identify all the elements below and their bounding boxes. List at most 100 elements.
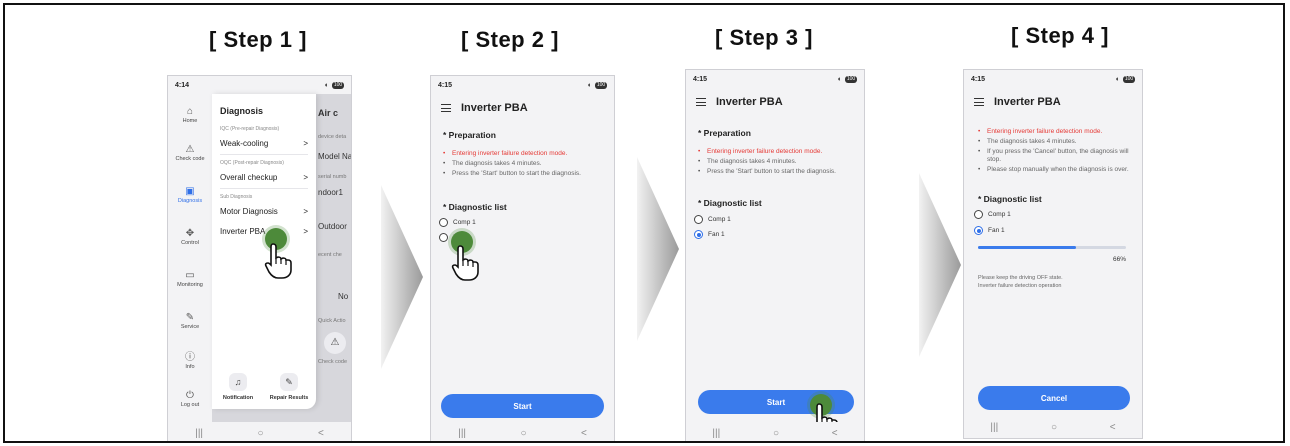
back-button[interactable]: <	[581, 428, 587, 439]
sidebar-item-check-code[interactable]: ⚠ Check code	[168, 144, 212, 162]
status-bar: 4:15 ◐ 100	[964, 70, 1142, 88]
preparation-list: Entering inverter failure detection mode…	[443, 150, 608, 180]
progress-percent: 66%	[1112, 256, 1126, 263]
sidebar-item-service[interactable]: ✎ Service	[168, 312, 212, 330]
menu-item-motor-diagnosis[interactable]: Motor Diagnosis >	[220, 207, 308, 216]
sidebar-item-home[interactable]: ⌂ Home	[168, 106, 212, 124]
behind-text: ndoor1	[318, 188, 343, 197]
radio-comp-1[interactable]: Comp 1	[974, 210, 1011, 219]
step-4-title: [ Step 4 ]	[1011, 23, 1109, 48]
behind-text: ecent che	[318, 252, 342, 258]
recent-apps-button[interactable]: |||	[990, 422, 998, 433]
phone-screen-step-2: 4:15 ◐100 Inverter PBA * Preparation Ent…	[430, 75, 615, 441]
status-note: Please keep the driving OFF state.	[978, 275, 1063, 281]
info-icon: ⓘ	[185, 352, 195, 363]
menu-icon[interactable]	[441, 104, 451, 112]
menu-icon[interactable]	[696, 98, 706, 106]
progress-notes-list: Entering inverter failure detection mode…	[978, 128, 1138, 176]
list-item: The diagnosis takes 4 minutes.	[698, 158, 858, 166]
behind-text: device deta	[318, 134, 347, 140]
list-item: Entering inverter failure detection mode…	[443, 150, 608, 158]
diagnosis-icon: ▣	[185, 186, 195, 197]
oqc-label: OQC (Post-repair Diagnosis)	[220, 160, 284, 166]
arrow-right-icon	[381, 185, 423, 369]
sidebar-item-control[interactable]: ✥ Control	[168, 228, 212, 246]
list-item: If you press the 'Cancel' button, the di…	[978, 148, 1138, 164]
system-nav-bar: ||| ○ <	[964, 416, 1142, 438]
radio-button-selected[interactable]	[694, 230, 703, 239]
phone-screen-step-1: 4:14 ◐ 100 Air c device deta Model Na ser…	[167, 75, 352, 441]
recent-apps-button[interactable]: |||	[458, 428, 466, 439]
sidebar-item-info[interactable]: ⓘ Info	[168, 352, 212, 370]
behind-text: No p	[338, 292, 351, 301]
chevron-right-icon: >	[303, 227, 308, 236]
preparation-list: Entering inverter failure detection mode…	[698, 148, 858, 178]
list-item: Press the 'Start' button to start the di…	[698, 168, 858, 176]
page-title: Inverter PBA	[716, 96, 783, 108]
repair-results-button[interactable]: ✎ Repair Results	[264, 373, 314, 401]
battery-icon: 100	[1123, 75, 1135, 83]
diagnostic-list-heading: * Diagnostic list	[698, 198, 762, 208]
menu-icon[interactable]	[974, 98, 984, 106]
list-item: The diagnosis takes 4 minutes.	[978, 138, 1138, 146]
radio-button-selected[interactable]	[974, 226, 983, 235]
pointing-hand-icon	[451, 245, 479, 281]
home-button[interactable]: ○	[520, 428, 526, 439]
page-title: Inverter PBA	[461, 102, 528, 114]
arrow-right-icon	[637, 157, 679, 341]
warning-icon: ⚠	[185, 144, 195, 155]
status-time: 4:15	[438, 81, 453, 89]
home-button[interactable]: ○	[1051, 422, 1057, 433]
radio-button[interactable]	[439, 218, 448, 227]
behind-text: serial numb	[318, 174, 347, 180]
radio-button[interactable]	[974, 210, 983, 219]
radio-comp-1[interactable]: Comp 1	[694, 215, 731, 224]
step-3-title: [ Step 3 ]	[715, 25, 813, 50]
behind-title: Air c	[318, 108, 339, 118]
sidebar-item-diagnosis[interactable]: ▣ Diagnosis	[168, 186, 212, 204]
list-item: Press the 'Start' button to start the di…	[443, 170, 608, 178]
battery-icon: 100	[332, 81, 344, 89]
radio-fan-1[interactable]: Fan 1	[974, 226, 1005, 235]
sidebar-item-log-out[interactable]: ⏻ Log out	[168, 390, 212, 408]
behind-text: Quick Actio	[318, 318, 346, 324]
recent-apps-button[interactable]: |||	[195, 428, 203, 439]
app-header: Inverter PBA	[696, 96, 783, 108]
chevron-right-icon: >	[303, 173, 308, 182]
diagnosis-progress-bar	[978, 246, 1126, 249]
notification-button[interactable]: ♫ Notification	[216, 373, 260, 401]
monitor-icon: ▭	[185, 270, 195, 281]
wrench-icon: ✎	[185, 312, 195, 323]
list-item: The diagnosis takes 4 minutes.	[443, 160, 608, 168]
step-1-title: [ Step 1 ]	[209, 27, 307, 52]
tutorial-frame: [ Step 1 ] [ Step 2 ] [ Step 3 ] [ Step …	[3, 3, 1285, 443]
status-time: 4:15	[971, 75, 986, 83]
radio-button[interactable]	[439, 233, 448, 242]
menu-item-overall-checkup[interactable]: Overall checkup >	[220, 173, 308, 182]
system-nav-bar: ||| ○ <	[168, 422, 351, 441]
radio-button[interactable]	[694, 215, 703, 224]
system-nav-bar: ||| ○ <	[431, 422, 614, 441]
status-bar: 4:15 ◐ 100	[431, 76, 614, 94]
divider	[220, 188, 308, 189]
radio-comp-1[interactable]: Comp 1	[439, 218, 476, 227]
recent-apps-button[interactable]: |||	[712, 428, 720, 439]
back-button[interactable]: <	[1110, 422, 1116, 433]
warning-icon: ⚠	[324, 332, 346, 354]
status-bar: 4:14 ◐ 100	[168, 76, 351, 94]
back-button[interactable]: <	[318, 428, 324, 439]
start-button[interactable]: Start	[441, 394, 604, 418]
signal-icon: ◐	[587, 81, 592, 89]
cancel-button[interactable]: Cancel	[978, 386, 1130, 410]
menu-item-weak-cooling[interactable]: Weak-cooling >	[220, 139, 308, 148]
chevron-right-icon: >	[303, 207, 308, 216]
bell-icon: ♫	[229, 373, 247, 391]
back-button[interactable]: <	[832, 428, 838, 439]
radio-fan-1[interactable]: Fan 1	[694, 230, 725, 239]
behind-text: Outdoor	[318, 222, 347, 231]
home-button[interactable]: ○	[257, 428, 263, 439]
battery-icon: 100	[595, 81, 607, 89]
home-button[interactable]: ○	[773, 428, 779, 439]
sidebar-item-monitoring[interactable]: ▭ Monitoring	[168, 270, 212, 288]
menu-item-inverter-pba[interactable]: Inverter PBA >	[220, 227, 308, 236]
